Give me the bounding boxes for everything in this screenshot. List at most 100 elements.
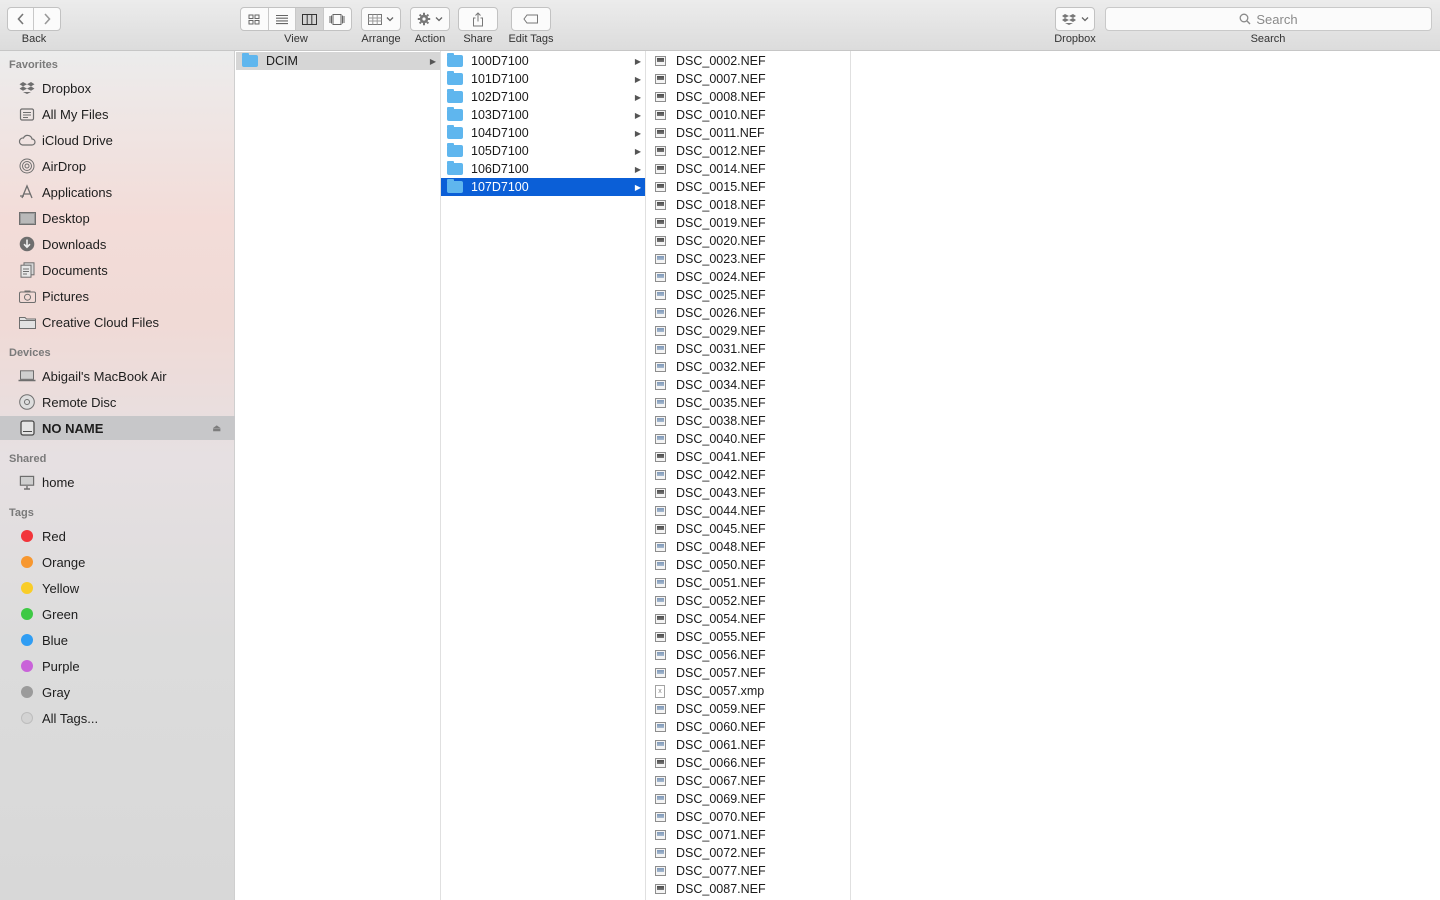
sidebar-item-documents[interactable]: Documents	[0, 258, 235, 282]
sidebar-item-macbook-air[interactable]: Abigail's MacBook Air	[0, 364, 235, 388]
list-item-image-file[interactable]: DSC_0071.NEF	[646, 826, 850, 844]
list-item-image-file[interactable]: DSC_0059.NEF	[646, 700, 850, 718]
sidebar-tag-blue[interactable]: Blue	[0, 628, 235, 652]
sidebar-tag-orange[interactable]: Orange	[0, 550, 235, 574]
list-item-image-file[interactable]: DSC_0077.NEF	[646, 862, 850, 880]
sidebar-tag-yellow[interactable]: Yellow	[0, 576, 235, 600]
sidebar-tag-red[interactable]: Red	[0, 524, 235, 548]
list-item-image-file[interactable]: DSC_0029.NEF	[646, 322, 850, 340]
list-item-image-file[interactable]: DSC_0012.NEF	[646, 142, 850, 160]
list-item-image-file[interactable]: DSC_0034.NEF	[646, 376, 850, 394]
list-item-image-file[interactable]: DSC_0072.NEF	[646, 844, 850, 862]
edit-tags-button[interactable]	[511, 7, 551, 31]
list-item-folder[interactable]: 104D7100 ▶	[441, 124, 645, 142]
list-item-image-file[interactable]: DSC_0087.NEF	[646, 880, 850, 898]
action-button[interactable]	[410, 7, 450, 31]
list-item-image-file[interactable]: DSC_0066.NEF	[646, 754, 850, 772]
tag-dot-icon	[18, 527, 36, 545]
list-item-image-file[interactable]: DSC_0054.NEF	[646, 610, 850, 628]
sidebar-item-no-name[interactable]: NO NAME ⏏	[0, 416, 235, 440]
icon-view-button[interactable]	[241, 8, 269, 30]
search-field[interactable]: Search	[1105, 7, 1432, 31]
list-item-image-file[interactable]: DSC_0020.NEF	[646, 232, 850, 250]
arrange-button[interactable]	[361, 7, 401, 31]
list-item-image-file[interactable]: DSC_0031.NEF	[646, 340, 850, 358]
list-item-image-file[interactable]: DSC_0043.NEF	[646, 484, 850, 502]
dropbox-button[interactable]	[1055, 7, 1095, 31]
list-item-image-file[interactable]: DSC_0052.NEF	[646, 592, 850, 610]
list-item-image-file[interactable]: DSC_0025.NEF	[646, 286, 850, 304]
list-item-folder[interactable]: 101D7100 ▶	[441, 70, 645, 88]
list-item-image-file[interactable]: DSC_0042.NEF	[646, 466, 850, 484]
list-view-button[interactable]	[269, 8, 296, 30]
list-item-image-file[interactable]: DSC_0069.NEF	[646, 790, 850, 808]
list-item-image-file[interactable]: DSC_0032.NEF	[646, 358, 850, 376]
list-item-image-file[interactable]: DSC_0048.NEF	[646, 538, 850, 556]
sidebar-item-applications[interactable]: Applications	[0, 180, 235, 204]
cover-flow-button[interactable]	[324, 8, 351, 30]
column-view-button[interactable]	[296, 8, 324, 30]
sidebar-item-icloud-drive[interactable]: iCloud Drive	[0, 128, 235, 152]
sidebar-item-remote-disc[interactable]: Remote Disc	[0, 390, 235, 414]
list-item-image-file[interactable]: DSC_0038.NEF	[646, 412, 850, 430]
image-thumbnail-icon	[652, 306, 668, 320]
sidebar-item-label: Yellow	[42, 580, 80, 596]
sidebar-item-all-my-files[interactable]: All My Files	[0, 102, 235, 126]
list-item-label: DSC_0015.NEF	[676, 180, 766, 194]
list-item-xmp-file[interactable]: x DSC_0057.xmp	[646, 682, 850, 700]
list-item-folder[interactable]: 107D7100 ▶	[441, 178, 645, 196]
list-item-image-file[interactable]: DSC_0015.NEF	[646, 178, 850, 196]
list-item-image-file[interactable]: DSC_0018.NEF	[646, 196, 850, 214]
list-item-image-file[interactable]: DSC_0056.NEF	[646, 646, 850, 664]
drive-icon	[18, 419, 36, 437]
sidebar-item-pictures[interactable]: Pictures	[0, 284, 235, 308]
forward-button[interactable]	[34, 8, 60, 30]
list-item-folder[interactable]: 102D7100 ▶	[441, 88, 645, 106]
list-item-label: DSC_0055.NEF	[676, 630, 766, 644]
list-item-folder[interactable]: 103D7100 ▶	[441, 106, 645, 124]
list-item-image-file[interactable]: DSC_0067.NEF	[646, 772, 850, 790]
image-thumbnail-icon	[652, 828, 668, 842]
list-item-image-file[interactable]: DSC_0035.NEF	[646, 394, 850, 412]
list-item-label: DSC_0010.NEF	[676, 108, 766, 122]
list-item-image-file[interactable]: DSC_0014.NEF	[646, 160, 850, 178]
sidebar-tag-gray[interactable]: Gray	[0, 680, 235, 704]
list-item-image-file[interactable]: DSC_0070.NEF	[646, 808, 850, 826]
sidebar-item-downloads[interactable]: Downloads	[0, 232, 235, 256]
sidebar-item-airdrop[interactable]: AirDrop	[0, 154, 235, 178]
list-item-image-file[interactable]: DSC_0040.NEF	[646, 430, 850, 448]
list-item-image-file[interactable]: DSC_0023.NEF	[646, 250, 850, 268]
list-item-folder[interactable]: 106D7100 ▶	[441, 160, 645, 178]
list-item-image-file[interactable]: DSC_0050.NEF	[646, 556, 850, 574]
list-item-image-file[interactable]: DSC_0024.NEF	[646, 268, 850, 286]
list-item-image-file[interactable]: DSC_0051.NEF	[646, 574, 850, 592]
sidebar-tag-all-tags[interactable]: All Tags...	[0, 706, 235, 730]
sidebar-tag-purple[interactable]: Purple	[0, 654, 235, 678]
list-item-image-file[interactable]: DSC_0044.NEF	[646, 502, 850, 520]
list-item-image-file[interactable]: DSC_0057.NEF	[646, 664, 850, 682]
list-item-image-file[interactable]: DSC_0010.NEF	[646, 106, 850, 124]
list-item-image-file[interactable]: DSC_0061.NEF	[646, 736, 850, 754]
share-button[interactable]	[458, 7, 498, 31]
list-item-image-file[interactable]: DSC_0011.NEF	[646, 124, 850, 142]
share-icon	[473, 11, 483, 26]
sidebar-item-dropbox[interactable]: Dropbox	[0, 76, 235, 100]
sidebar-item-desktop[interactable]: Desktop	[0, 206, 235, 230]
list-item-image-file[interactable]: DSC_0008.NEF	[646, 88, 850, 106]
sidebar-item-home[interactable]: home	[0, 470, 235, 494]
list-item-image-file[interactable]: DSC_0007.NEF	[646, 70, 850, 88]
list-item-image-file[interactable]: DSC_0002.NEF	[646, 52, 850, 70]
sidebar-item-creative-cloud-files[interactable]: Creative Cloud Files	[0, 310, 235, 334]
list-item-image-file[interactable]: DSC_0041.NEF	[646, 448, 850, 466]
list-item-folder[interactable]: 105D7100 ▶	[441, 142, 645, 160]
eject-icon[interactable]: ⏏	[212, 423, 221, 434]
list-item-image-file[interactable]: DSC_0026.NEF	[646, 304, 850, 322]
list-item-image-file[interactable]: DSC_0060.NEF	[646, 718, 850, 736]
list-item-image-file[interactable]: DSC_0019.NEF	[646, 214, 850, 232]
list-item-folder[interactable]: 100D7100 ▶	[441, 52, 645, 70]
sidebar-tag-green[interactable]: Green	[0, 602, 235, 626]
list-item-image-file[interactable]: DSC_0055.NEF	[646, 628, 850, 646]
list-item-folder[interactable]: DCIM ▶	[236, 52, 440, 70]
list-item-image-file[interactable]: DSC_0045.NEF	[646, 520, 850, 538]
back-button[interactable]	[8, 8, 35, 30]
